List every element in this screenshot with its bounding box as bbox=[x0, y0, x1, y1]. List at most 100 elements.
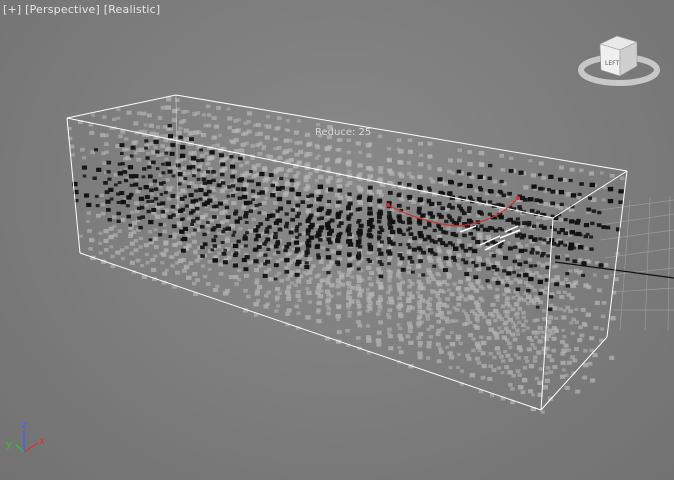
voxel-light bbox=[406, 161, 412, 165]
voxel-light bbox=[206, 123, 212, 128]
voxel-light bbox=[224, 218, 230, 223]
voxel-light bbox=[601, 198, 606, 202]
voxel-light bbox=[266, 290, 271, 295]
voxel-dark bbox=[378, 251, 384, 256]
voxel-light bbox=[160, 144, 165, 148]
voxel-light bbox=[262, 166, 267, 170]
voxel-light bbox=[287, 138, 293, 143]
scene-canvas[interactable]: LEFT x y z bbox=[0, 0, 674, 480]
spline-vertex-start[interactable] bbox=[386, 203, 390, 207]
voxel-light bbox=[286, 119, 291, 123]
voxel-light bbox=[98, 241, 103, 245]
voxel-dark bbox=[196, 177, 201, 181]
voxel-dark bbox=[591, 209, 597, 213]
voxel-light bbox=[551, 348, 557, 353]
voxel-dark bbox=[241, 194, 248, 200]
voxel-light bbox=[427, 254, 432, 259]
voxel-light bbox=[246, 129, 252, 134]
voxel-light bbox=[587, 361, 593, 366]
voxel-light bbox=[387, 327, 392, 332]
voxel-light bbox=[365, 335, 372, 340]
voxel-dark bbox=[462, 233, 467, 238]
viewport-view-menu[interactable]: [Perspective] bbox=[25, 3, 100, 16]
voxel-light bbox=[216, 244, 222, 249]
voxel-dark bbox=[326, 209, 332, 214]
voxel-dark bbox=[266, 247, 271, 251]
voxel-dark bbox=[227, 185, 232, 189]
voxel-light bbox=[528, 364, 535, 369]
axis-tripod: x y z bbox=[6, 420, 45, 453]
voxel-light bbox=[582, 375, 588, 380]
voxel-light bbox=[457, 158, 462, 163]
voxel-light bbox=[425, 276, 430, 281]
voxel-light bbox=[456, 296, 462, 301]
voxel-light bbox=[475, 279, 481, 284]
voxel-light bbox=[266, 267, 272, 272]
voxel-dark bbox=[177, 182, 182, 186]
voxel-dark bbox=[109, 197, 114, 201]
voxel-light bbox=[426, 268, 432, 272]
viewcube[interactable]: LEFT bbox=[578, 35, 660, 86]
voxel-light bbox=[375, 312, 381, 316]
voxel-dark bbox=[585, 232, 590, 236]
voxel-light bbox=[346, 289, 353, 295]
viewport-plus-menu[interactable]: [+] bbox=[3, 3, 21, 16]
voxel-light bbox=[396, 323, 401, 327]
voxel-light bbox=[314, 143, 319, 148]
voxel-light bbox=[194, 258, 200, 263]
voxel-light bbox=[88, 123, 93, 127]
voxel-light bbox=[102, 115, 107, 119]
voxel-light bbox=[205, 282, 211, 286]
voxel-light bbox=[224, 238, 230, 243]
voxel-dark bbox=[572, 259, 578, 264]
voxel-dark bbox=[517, 205, 522, 209]
voxel-dark bbox=[220, 181, 226, 185]
voxel-dark bbox=[417, 197, 424, 202]
voxel-light bbox=[426, 279, 432, 284]
voxel-dark bbox=[549, 295, 554, 299]
voxel-light bbox=[581, 321, 587, 326]
voxel-light bbox=[337, 138, 343, 142]
voxel-dark bbox=[607, 186, 614, 192]
voxel-light bbox=[143, 129, 148, 133]
voxel-light bbox=[504, 276, 510, 281]
voxel-dark bbox=[236, 239, 241, 244]
voxel-light bbox=[435, 312, 441, 317]
viewport-shading-menu[interactable]: [Realistic] bbox=[104, 3, 161, 16]
voxel-light bbox=[321, 267, 327, 271]
voxel-dark bbox=[589, 235, 594, 239]
voxel-light bbox=[485, 235, 492, 240]
voxel-light bbox=[534, 295, 539, 300]
voxel-light bbox=[444, 304, 450, 309]
voxel-light bbox=[317, 165, 323, 170]
voxel-light bbox=[471, 348, 476, 353]
voxel-dark bbox=[418, 259, 423, 263]
voxel-light bbox=[228, 275, 234, 279]
voxel-dark bbox=[146, 209, 151, 214]
voxel-light bbox=[195, 278, 201, 283]
voxel-light bbox=[579, 333, 585, 338]
voxel-light bbox=[388, 169, 393, 173]
voxel-light bbox=[211, 116, 217, 121]
spline-vertex-end[interactable] bbox=[516, 196, 520, 200]
voxel-light bbox=[457, 148, 463, 153]
voxel-light bbox=[456, 302, 462, 307]
voxel-light bbox=[417, 174, 423, 179]
voxel-light bbox=[365, 265, 372, 270]
perspective-viewport[interactable]: LEFT x y z [+] [Perspective] [Realistic]… bbox=[0, 0, 674, 480]
voxel-light bbox=[439, 315, 445, 320]
voxel-light bbox=[407, 138, 413, 143]
voxel-dark bbox=[347, 201, 353, 206]
voxel-dark bbox=[491, 254, 496, 258]
voxel-dark bbox=[153, 139, 159, 144]
voxel-dark bbox=[184, 204, 189, 208]
voxel-dark bbox=[165, 161, 171, 167]
voxel-light bbox=[257, 151, 263, 156]
voxel-dark bbox=[530, 247, 535, 252]
viewport-label-menu[interactable]: [+] [Perspective] [Realistic] bbox=[3, 3, 160, 16]
voxel-dark bbox=[487, 200, 493, 204]
voxel-dark bbox=[116, 219, 121, 223]
voxel-light bbox=[500, 304, 506, 309]
voxel-light bbox=[89, 237, 95, 243]
voxel-light bbox=[239, 245, 244, 249]
